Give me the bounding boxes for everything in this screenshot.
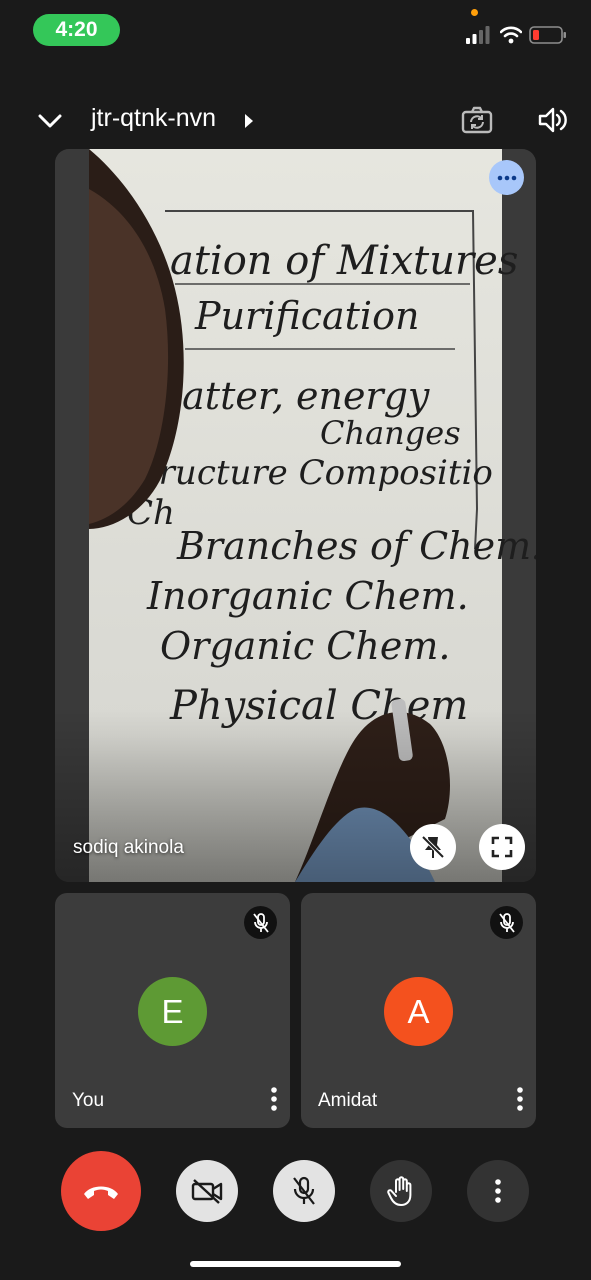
whiteboard-line: Inorganic Chem.	[146, 574, 469, 618]
raise-hand-button[interactable]	[370, 1160, 432, 1222]
muted-indicator	[490, 906, 523, 939]
participant-tile-amidat[interactable]: A Amidat	[301, 893, 536, 1128]
presenter-video: ation of Mixtures Purification latter, e…	[55, 149, 536, 882]
whiteboard-line: latter, energy	[170, 374, 430, 418]
main-video-tile[interactable]: ation of Mixtures Purification latter, e…	[55, 149, 536, 882]
fullscreen-icon	[491, 836, 513, 858]
mic-toggle-button[interactable]	[273, 1160, 335, 1222]
battery-low-icon	[529, 26, 566, 44]
home-indicator[interactable]	[190, 1261, 401, 1267]
whiteboard-line: Changes	[320, 414, 461, 452]
camera-toggle-button[interactable]	[176, 1160, 238, 1222]
mic-off-icon	[293, 1176, 315, 1205]
whiteboard-line: ation of Mixtures	[170, 238, 518, 284]
status-time: 4:20	[33, 14, 120, 46]
more-options-button[interactable]	[467, 1160, 529, 1222]
unpin-icon	[421, 835, 445, 859]
chevron-down-icon[interactable]	[34, 106, 66, 136]
privacy-indicator-dot	[471, 9, 478, 16]
whiteboard-line: Organic Chem.	[160, 624, 450, 668]
wifi-icon	[500, 26, 522, 44]
participant-tile-you[interactable]: E You	[55, 893, 290, 1128]
avatar: E	[138, 977, 207, 1046]
camera-off-icon	[191, 1179, 223, 1204]
hang-up-icon	[84, 1186, 118, 1199]
caret-right-icon[interactable]	[243, 112, 255, 130]
mic-off-icon	[498, 912, 515, 933]
more-options-button[interactable]	[489, 160, 524, 195]
more-vertical-icon	[495, 1179, 501, 1203]
unpin-button[interactable]	[410, 824, 456, 870]
meeting-code[interactable]: jtr-qtnk-nvn	[91, 104, 216, 133]
raise-hand-icon	[387, 1176, 412, 1206]
participant-name: You	[72, 1090, 105, 1111]
switch-camera-icon[interactable]	[460, 104, 494, 136]
whiteboard-line: Purification	[194, 294, 419, 338]
participant-name: sodiq akinola	[73, 837, 184, 858]
more-vertical-icon[interactable]	[266, 1085, 282, 1113]
more-vertical-icon[interactable]	[512, 1085, 528, 1113]
end-call-button[interactable]	[61, 1151, 141, 1231]
muted-indicator	[244, 906, 277, 939]
fullscreen-button[interactable]	[479, 824, 525, 870]
avatar: A	[384, 977, 453, 1046]
mic-off-icon	[252, 912, 269, 933]
more-horizontal-icon	[497, 175, 516, 180]
cellular-signal-icon	[466, 26, 490, 44]
speaker-icon[interactable]	[536, 104, 568, 136]
whiteboard-line: Branches of Chem!!	[176, 524, 536, 568]
participant-name: Amidat	[318, 1090, 378, 1111]
whiteboard-line: tructure Compositio	[145, 453, 493, 493]
